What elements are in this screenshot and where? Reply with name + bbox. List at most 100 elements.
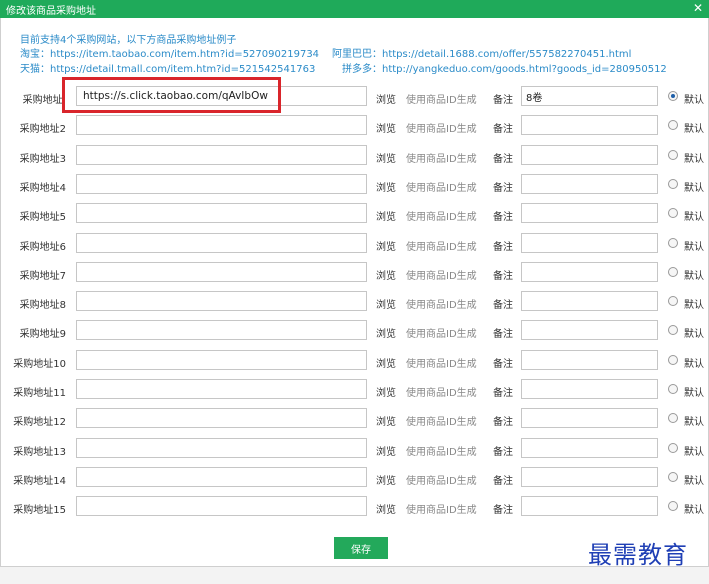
purchase-url-input[interactable] xyxy=(76,438,367,458)
save-button[interactable]: 保存 xyxy=(334,537,388,559)
address-label: 采购地址6 xyxy=(19,242,66,253)
browse-button[interactable]: 浏览 xyxy=(376,472,396,487)
note-input[interactable] xyxy=(521,467,658,487)
note-label: 备注 xyxy=(493,388,513,399)
note-input[interactable] xyxy=(521,174,658,194)
generate-by-id-button[interactable]: 使用商品ID生成 xyxy=(406,150,477,165)
default-radio[interactable] xyxy=(668,120,678,130)
default-radio[interactable] xyxy=(668,355,678,365)
default-label: 默认 xyxy=(684,505,704,516)
default-radio[interactable] xyxy=(668,267,678,277)
note-label: 备注 xyxy=(493,183,513,194)
generate-by-id-button[interactable]: 使用商品ID生成 xyxy=(406,296,477,311)
address-row: 采购地址7 浏览 使用商品ID生成 备注 默认 xyxy=(0,262,709,284)
note-input[interactable] xyxy=(521,115,658,135)
note-input[interactable] xyxy=(521,320,658,340)
generate-by-id-button[interactable]: 使用商品ID生成 xyxy=(406,179,477,194)
close-icon[interactable]: ✕ xyxy=(693,1,703,15)
default-radio[interactable] xyxy=(668,91,678,101)
purchase-url-input[interactable] xyxy=(76,467,367,487)
generate-by-id-button[interactable]: 使用商品ID生成 xyxy=(406,120,477,135)
generate-by-id-button[interactable]: 使用商品ID生成 xyxy=(406,238,477,253)
browse-button[interactable]: 浏览 xyxy=(376,120,396,135)
default-radio[interactable] xyxy=(668,384,678,394)
default-label: 默认 xyxy=(684,447,704,458)
note-input[interactable] xyxy=(521,233,658,253)
note-label: 备注 xyxy=(493,476,513,487)
browse-button[interactable]: 浏览 xyxy=(376,443,396,458)
default-radio[interactable] xyxy=(668,296,678,306)
generate-by-id-button[interactable]: 使用商品ID生成 xyxy=(406,413,477,428)
purchase-url-input[interactable] xyxy=(76,115,367,135)
browse-button[interactable]: 浏览 xyxy=(376,413,396,428)
generate-by-id-button[interactable]: 使用商品ID生成 xyxy=(406,91,477,106)
note-input[interactable] xyxy=(521,438,658,458)
address-label: 采购地址: xyxy=(22,95,66,106)
note-label: 备注 xyxy=(493,242,513,253)
default-radio[interactable] xyxy=(668,238,678,248)
address-row: 采购地址12 浏览 使用商品ID生成 备注 默认 xyxy=(0,408,709,430)
purchase-url-input[interactable] xyxy=(76,350,367,370)
note-label: 备注 xyxy=(493,300,513,311)
purchase-url-input[interactable] xyxy=(76,320,367,340)
browse-button[interactable]: 浏览 xyxy=(376,384,396,399)
default-radio[interactable] xyxy=(668,472,678,482)
generate-by-id-button[interactable]: 使用商品ID生成 xyxy=(406,208,477,223)
browse-button[interactable]: 浏览 xyxy=(376,238,396,253)
address-label: 采购地址9 xyxy=(19,329,66,340)
default-radio[interactable] xyxy=(668,325,678,335)
generate-by-id-button[interactable]: 使用商品ID生成 xyxy=(406,325,477,340)
purchase-url-input[interactable] xyxy=(76,408,367,428)
generate-by-id-button[interactable]: 使用商品ID生成 xyxy=(406,501,477,516)
note-input[interactable] xyxy=(521,262,658,282)
generate-by-id-button[interactable]: 使用商品ID生成 xyxy=(406,355,477,370)
browse-button[interactable]: 浏览 xyxy=(376,91,396,106)
default-radio[interactable] xyxy=(668,179,678,189)
purchase-url-input[interactable] xyxy=(76,496,367,516)
note-input[interactable] xyxy=(521,379,658,399)
browse-button[interactable]: 浏览 xyxy=(376,208,396,223)
default-radio[interactable] xyxy=(668,413,678,423)
browse-button[interactable]: 浏览 xyxy=(376,296,396,311)
purchase-url-input[interactable] xyxy=(76,145,367,165)
note-input[interactable] xyxy=(521,291,658,311)
address-label: 采购地址10 xyxy=(13,359,66,370)
purchase-url-input[interactable] xyxy=(76,233,367,253)
note-input[interactable] xyxy=(521,350,658,370)
default-radio[interactable] xyxy=(668,208,678,218)
address-label: 采购地址13 xyxy=(13,447,66,458)
purchase-url-input[interactable] xyxy=(76,291,367,311)
purchase-url-input[interactable] xyxy=(76,203,367,223)
generate-by-id-button[interactable]: 使用商品ID生成 xyxy=(406,472,477,487)
browse-button[interactable]: 浏览 xyxy=(376,501,396,516)
default-label: 默认 xyxy=(684,271,704,282)
note-input[interactable] xyxy=(521,408,658,428)
note-input[interactable] xyxy=(521,145,658,165)
generate-by-id-button[interactable]: 使用商品ID生成 xyxy=(406,267,477,282)
browse-button[interactable]: 浏览 xyxy=(376,179,396,194)
default-label: 默认 xyxy=(684,154,704,165)
address-label: 采购地址15 xyxy=(13,505,66,516)
note-input[interactable] xyxy=(521,496,658,516)
generate-by-id-button[interactable]: 使用商品ID生成 xyxy=(406,443,477,458)
address-row: 采购地址14 浏览 使用商品ID生成 备注 默认 xyxy=(0,467,709,489)
highlight-box xyxy=(62,77,281,113)
note-input[interactable] xyxy=(521,86,658,106)
purchase-url-input[interactable] xyxy=(76,262,367,282)
purchase-url-input[interactable] xyxy=(76,379,367,399)
default-radio[interactable] xyxy=(668,501,678,511)
browse-button[interactable]: 浏览 xyxy=(376,355,396,370)
note-input[interactable] xyxy=(521,203,658,223)
browse-button[interactable]: 浏览 xyxy=(376,267,396,282)
default-label: 默认 xyxy=(684,388,704,399)
default-label: 默认 xyxy=(684,329,704,340)
browse-button[interactable]: 浏览 xyxy=(376,150,396,165)
default-label: 默认 xyxy=(684,242,704,253)
default-radio[interactable] xyxy=(668,443,678,453)
browse-button[interactable]: 浏览 xyxy=(376,325,396,340)
default-radio[interactable] xyxy=(668,150,678,160)
generate-by-id-button[interactable]: 使用商品ID生成 xyxy=(406,384,477,399)
address-label: 采购地址11 xyxy=(13,388,66,399)
purchase-url-input[interactable] xyxy=(76,174,367,194)
default-label: 默认 xyxy=(684,359,704,370)
